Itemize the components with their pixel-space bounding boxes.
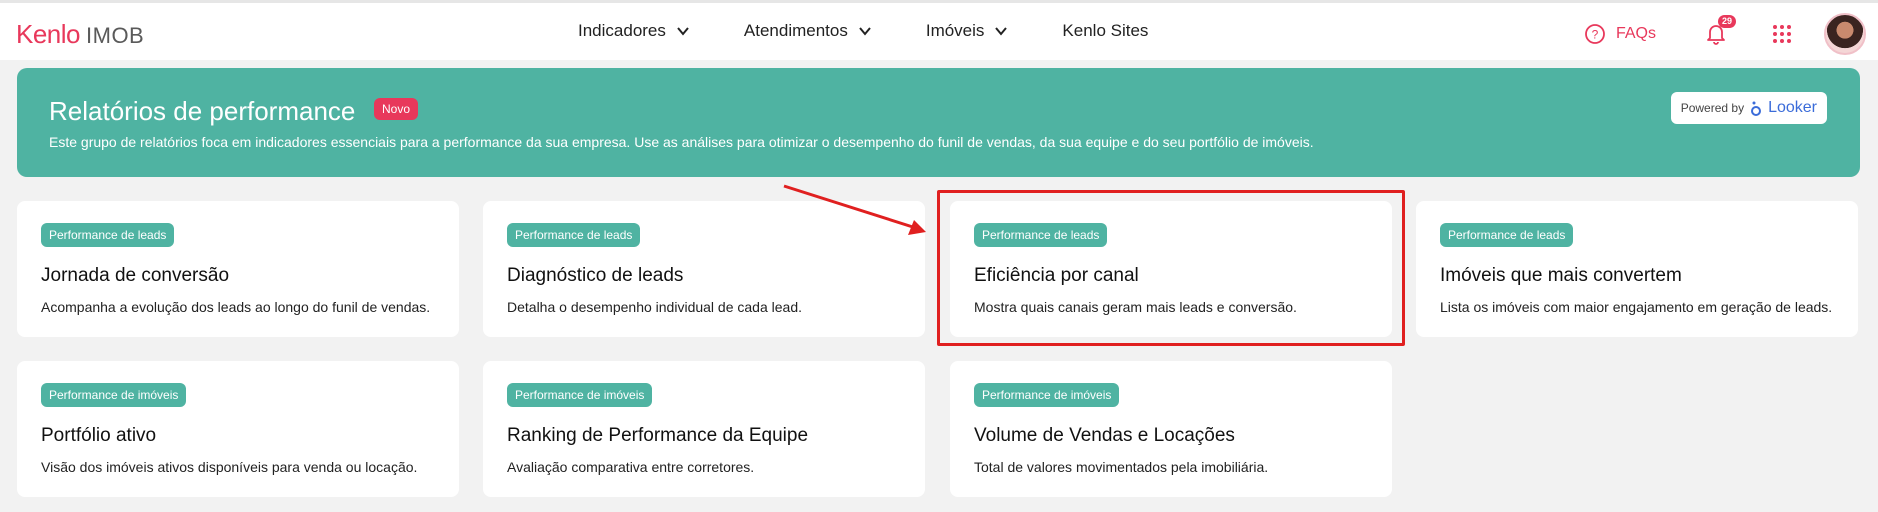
card-title: Imóveis que mais convertem	[1440, 265, 1682, 286]
card-category-tag: Performance de imóveis	[507, 383, 653, 407]
looker-brand: Looker	[1768, 99, 1817, 116]
card-description: Acompanha a evolução dos leads ao longo …	[41, 299, 431, 315]
report-card-jornada-de-conversao[interactable]: Performance de leads Jornada de conversã…	[17, 201, 459, 337]
report-card-imoveis-que-mais-convertem[interactable]: Performance de leads Imóveis que mais co…	[1416, 201, 1858, 337]
banner-description: Este grupo de relatórios foca em indicad…	[49, 134, 1314, 150]
svg-text:?: ?	[1592, 28, 1599, 42]
card-description: Visão dos imóveis ativos disponíveis par…	[41, 459, 418, 475]
card-description: Total de valores movimentados pela imobi…	[974, 459, 1269, 475]
card-category-tag: Performance de leads	[1440, 223, 1574, 247]
nav-label: Kenlo Sites	[1062, 21, 1149, 40]
nav-label: Imóveis	[925, 21, 985, 40]
card-title: Eficiência por canal	[974, 265, 1139, 286]
nav-label: Indicadores	[578, 21, 666, 40]
nav-indicadores[interactable]: Indicadores	[578, 21, 690, 41]
user-avatar[interactable]	[1824, 13, 1866, 55]
annotation-arrow	[783, 184, 926, 235]
new-badge: Novo	[374, 98, 419, 120]
card-title: Diagnóstico de leads	[507, 265, 684, 286]
card-description: Detalha o desempenho individual de cada …	[507, 299, 802, 315]
report-card-eficiencia-por-canal[interactable]: Performance de leads Eficiência por cana…	[950, 201, 1392, 337]
report-card-portfolio-ativo[interactable]: Performance de imóveis Portfólio ativo V…	[17, 361, 459, 497]
card-title: Volume de Vendas e Locações	[974, 425, 1235, 446]
powered-by-label: Powered by	[1680, 101, 1745, 115]
report-card-volume-de-vendas-e-locacoes[interactable]: Performance de imóveis Volume de Vendas …	[950, 361, 1392, 497]
performance-reports-banner: Relatórios de performance Novo Este grup…	[17, 68, 1860, 177]
card-description: Avaliação comparativa entre corretores.	[507, 459, 755, 475]
card-category-tag: Performance de leads	[507, 223, 641, 247]
card-description: Mostra quais canais geram mais leads e c…	[974, 299, 1297, 315]
chevron-down-icon	[677, 27, 689, 36]
notifications-button[interactable]: 29	[1704, 15, 1737, 47]
notification-count-badge: 29	[1718, 15, 1737, 28]
nav-atendimentos[interactable]: Atendimentos	[744, 21, 872, 41]
header-tools: ? FAQs 29	[1584, 13, 1866, 55]
main-nav: Indicadores Atendimentos Imóveis Kenlo S…	[578, 21, 1202, 41]
faq-link[interactable]: ? FAQs	[1584, 23, 1656, 45]
card-category-tag: Performance de imóveis	[974, 383, 1120, 407]
question-circle-icon: ?	[1585, 24, 1605, 44]
card-title: Jornada de conversão	[41, 265, 230, 286]
looker-logo-icon	[1751, 101, 1762, 116]
faq-label: FAQs	[1615, 25, 1656, 42]
nav-imoveis[interactable]: Imóveis	[926, 21, 1009, 41]
card-title: Ranking de Performance da Equipe	[507, 425, 809, 446]
banner-title: Relatórios de performance	[49, 96, 356, 126]
chevron-down-icon	[859, 27, 871, 36]
logo-brand: Kenlo	[16, 19, 81, 49]
top-navigation-bar: Kenlo IMOB Indicadores Atendimentos Imóv…	[0, 0, 1878, 60]
logo-product: IMOB	[86, 23, 145, 48]
card-title: Portfólio ativo	[41, 425, 157, 446]
card-description: Lista os imóveis com maior engajamento e…	[1440, 299, 1833, 315]
card-category-tag: Performance de leads	[974, 223, 1108, 247]
nav-kenlo-sites[interactable]: Kenlo Sites	[1062, 21, 1148, 41]
nav-label: Atendimentos	[743, 21, 848, 40]
kenlo-imob-logo[interactable]: Kenlo IMOB	[16, 19, 144, 50]
card-category-tag: Performance de imóveis	[41, 383, 187, 407]
report-card-ranking-de-performance-da-equipe[interactable]: Performance de imóveis Ranking de Perfor…	[483, 361, 925, 497]
card-category-tag: Performance de leads	[41, 223, 175, 247]
chevron-down-icon	[995, 27, 1008, 36]
powered-by-looker-badge: Powered by Looker	[1670, 92, 1827, 124]
grid-apps-icon[interactable]	[1772, 24, 1792, 44]
